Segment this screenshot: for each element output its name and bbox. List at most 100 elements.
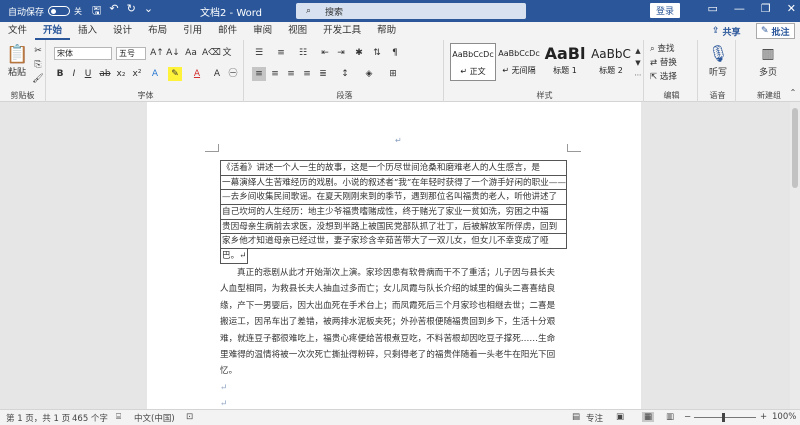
decrease-indent-icon[interactable]: ⇤ bbox=[318, 46, 332, 60]
text-effects-icon[interactable]: A bbox=[148, 67, 162, 81]
comment-button[interactable]: ✎ 批注 bbox=[756, 23, 795, 39]
align-left-icon[interactable]: ≡ bbox=[252, 67, 266, 81]
char-shading-icon[interactable]: A bbox=[210, 67, 224, 81]
select-button[interactable]: ⇱ 选择 bbox=[650, 70, 696, 84]
strikethrough-icon[interactable]: ab bbox=[98, 67, 112, 81]
shrink-font-icon[interactable]: A↓ bbox=[166, 46, 180, 60]
ribbon-display-icon[interactable]: ▭ bbox=[708, 2, 718, 15]
italic-icon[interactable]: I bbox=[68, 67, 80, 81]
autosave-toggle[interactable] bbox=[48, 6, 71, 16]
change-case-icon[interactable]: Aa bbox=[184, 46, 198, 60]
word-count[interactable]: 465 个字 bbox=[72, 412, 108, 424]
style-heading2[interactable]: AaBbC 标题 2 bbox=[588, 43, 634, 81]
language-indicator[interactable]: 中文(中国) bbox=[134, 412, 175, 424]
zoom-out-icon[interactable]: − bbox=[684, 412, 691, 422]
highlight-icon[interactable]: ✎ bbox=[168, 67, 182, 81]
vertical-scrollbar[interactable] bbox=[790, 102, 800, 409]
paste-icon[interactable]: 📋 bbox=[6, 44, 28, 66]
format-painter-icon[interactable]: 🖌 bbox=[32, 72, 44, 86]
align-right-icon[interactable]: ≡ bbox=[284, 67, 298, 81]
tab-mailings[interactable]: 邮件 bbox=[210, 22, 245, 40]
web-layout-icon[interactable]: ▥ bbox=[666, 412, 674, 422]
document-page[interactable]: ↵ 《活着》讲述一个人一生的故事，这是一个历尽世间沧桑和磨难老人的人生感言，是 … bbox=[147, 102, 641, 409]
line-spacing-icon[interactable]: ↕ bbox=[338, 67, 352, 81]
superscript-icon[interactable]: x² bbox=[130, 67, 144, 81]
style-normal[interactable]: AaBbCcDc ↵ 正文 bbox=[450, 43, 496, 81]
bullets-icon[interactable]: ☰ bbox=[252, 46, 266, 60]
bordered-paragraph[interactable]: 《活着》讲述一个人一生的故事，这是一个历尽世间沧桑和磨难老人的人生感言，是 一幕… bbox=[220, 160, 567, 267]
styles-more-icon[interactable]: ⋯ bbox=[634, 68, 642, 82]
copy-icon[interactable]: ⎘ bbox=[32, 58, 44, 72]
style-heading1[interactable]: AaBl 标题 1 bbox=[542, 43, 588, 81]
tab-design[interactable]: 设计 bbox=[105, 22, 140, 40]
autosave-control[interactable]: 自动保存 关 bbox=[8, 5, 82, 18]
collapse-ribbon-icon[interactable]: ⌃ bbox=[788, 86, 798, 100]
save-icon[interactable]: 🖫 bbox=[92, 2, 101, 21]
comment-icon: ✎ bbox=[761, 26, 769, 36]
chinese-layout-icon[interactable]: ✱ bbox=[352, 46, 366, 60]
paragraph-group: ☰ ≡ ☷ ⇤ ⇥ ✱ ⇅ ¶ ≡ ≡ ≡ ≡ ≣ ↕ ◈ ⊞ 段落 bbox=[246, 40, 444, 102]
undo-icon[interactable]: ↶ bbox=[109, 2, 118, 21]
share-button[interactable]: ⇪ 共享 bbox=[712, 24, 741, 38]
zoom-slider-knob[interactable] bbox=[722, 413, 725, 422]
redo-icon[interactable]: ↻ bbox=[127, 2, 136, 21]
paste-button-label[interactable]: 粘贴 bbox=[2, 66, 32, 80]
underline-icon[interactable]: U bbox=[82, 67, 94, 81]
tab-review[interactable]: 审阅 bbox=[245, 22, 280, 40]
tab-references[interactable]: 引用 bbox=[175, 22, 210, 40]
style-no-spacing[interactable]: AaBbCcDc ↵ 无间隔 bbox=[496, 43, 542, 81]
scrollbar-thumb[interactable] bbox=[792, 108, 798, 188]
shading-icon[interactable]: ◈ bbox=[362, 67, 376, 81]
phonetic-guide-icon[interactable]: 文 bbox=[220, 46, 234, 60]
zoom-slider[interactable] bbox=[694, 417, 756, 418]
tab-layout[interactable]: 布局 bbox=[140, 22, 175, 40]
clear-formatting-icon[interactable]: A⌫ bbox=[202, 46, 221, 60]
enclose-char-icon[interactable]: ㊀ bbox=[226, 67, 240, 81]
tab-view[interactable]: 视图 bbox=[280, 22, 315, 40]
bold-icon[interactable]: B bbox=[54, 67, 66, 81]
focus-icon[interactable]: ▤ bbox=[572, 412, 580, 422]
dictate-button[interactable]: 听写 bbox=[702, 66, 734, 80]
accessibility-icon[interactable]: ⊡ bbox=[186, 412, 193, 422]
numbering-icon[interactable]: ≡ bbox=[274, 46, 288, 60]
multilevel-list-icon[interactable]: ☷ bbox=[296, 46, 310, 60]
multi-page-button[interactable]: 多页 bbox=[748, 66, 788, 80]
increase-indent-icon[interactable]: ⇥ bbox=[334, 46, 348, 60]
font-name-select[interactable]: 宋体 bbox=[54, 47, 112, 60]
zoom-level[interactable]: 100% bbox=[772, 412, 796, 422]
microphone-icon[interactable]: 🎙 bbox=[708, 44, 728, 64]
focus-mode-label[interactable]: 专注 bbox=[586, 412, 603, 424]
multi-page-icon[interactable]: ▥ bbox=[758, 44, 778, 64]
zoom-in-icon[interactable]: + bbox=[760, 412, 767, 422]
justify-icon[interactable]: ≡ bbox=[300, 67, 314, 81]
grow-font-icon[interactable]: A↑ bbox=[150, 46, 164, 60]
print-layout-icon[interactable]: ▦ bbox=[642, 412, 655, 422]
close-icon[interactable]: ✕ bbox=[787, 2, 796, 15]
distributed-icon[interactable]: ≣ bbox=[316, 67, 330, 81]
search-input[interactable]: ⌕ 搜索 bbox=[296, 3, 526, 19]
find-button[interactable]: ⌕ 查找 bbox=[650, 42, 696, 56]
minimize-icon[interactable]: — bbox=[734, 2, 745, 15]
tab-developer[interactable]: 开发工具 bbox=[315, 22, 369, 40]
replace-button[interactable]: ⇄ 替换 bbox=[650, 56, 696, 70]
maximize-icon[interactable]: ❐ bbox=[761, 2, 771, 15]
customize-icon[interactable]: ⌄ bbox=[144, 2, 153, 21]
replace-icon: ⇄ bbox=[650, 58, 660, 68]
subscript-icon[interactable]: x₂ bbox=[114, 67, 128, 81]
page-count[interactable]: 第 1 页，共 1 页 bbox=[6, 412, 70, 424]
tab-insert[interactable]: 插入 bbox=[70, 22, 105, 40]
align-center-icon[interactable]: ≡ bbox=[268, 67, 282, 81]
font-color-icon[interactable]: A bbox=[190, 67, 204, 81]
sort-icon[interactable]: ⇅ bbox=[370, 46, 384, 60]
proofing-icon[interactable]: ⌸ bbox=[116, 412, 121, 422]
borders-icon[interactable]: ⊞ bbox=[386, 67, 400, 81]
cut-icon[interactable]: ✂ bbox=[32, 44, 44, 58]
body-paragraph[interactable]: 真正的悲剧从此才开始渐次上演。家珍因患有软骨病而干不了重活；儿子因与县长夫 人血… bbox=[220, 265, 567, 409]
tab-file[interactable]: 文件 bbox=[0, 22, 35, 40]
show-marks-icon[interactable]: ¶ bbox=[388, 46, 402, 60]
tab-home[interactable]: 开始 bbox=[35, 22, 71, 40]
font-size-select[interactable]: 五号 bbox=[116, 47, 146, 60]
tab-help[interactable]: 帮助 bbox=[369, 22, 404, 40]
login-button[interactable]: 登录 bbox=[650, 3, 680, 18]
read-mode-icon[interactable]: ▣ bbox=[616, 412, 624, 422]
